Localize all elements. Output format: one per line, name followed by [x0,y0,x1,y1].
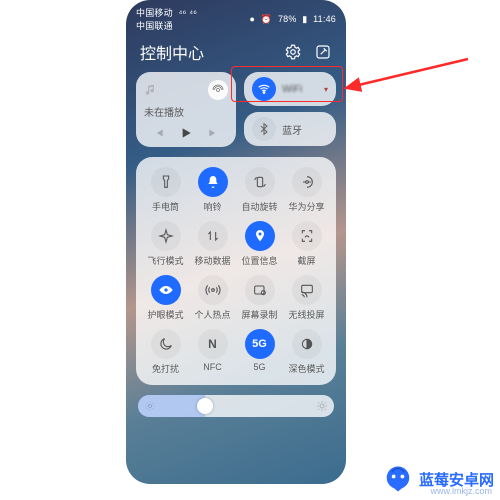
clock: 11:46 [313,14,336,24]
darkmode-icon [299,336,315,352]
toggle-screenshot[interactable]: 截屏 [283,221,330,267]
toggle-location[interactable]: 位置信息 [236,221,283,267]
edit-icon[interactable] [314,43,332,61]
moon-icon [158,336,174,352]
airplane-icon [158,228,174,244]
settings-icon[interactable] [284,43,302,61]
battery-icon: ▮ [302,14,307,24]
toggle-autorotate[interactable]: 自动旋转 [236,167,283,213]
carrier-1: 中国移动 [136,8,173,18]
record-icon: ● [250,14,256,24]
status-right: ● ⏰ 78% ▮ 11:46 [247,14,337,25]
battery-pct: 78% [278,14,297,24]
bluetooth-icon [252,117,276,141]
toggle-flashlight[interactable]: 手电筒 [142,167,189,213]
brightness-slider[interactable] [138,395,334,417]
share-icon [299,174,315,190]
brightness-high-icon [316,400,328,412]
flashlight-icon [158,174,174,190]
phone-screen: 中国移动 ⁴⁶ ⁴⁶ 中国联通 ● ⏰ 78% ▮ 11:46 控制中心 [126,0,346,484]
eye-icon [158,282,174,298]
chevron-down-icon[interactable]: ▾ [324,85,328,94]
play-icon[interactable] [178,125,194,141]
control-center-header: 控制中心 [126,34,346,72]
brightness-knob[interactable] [197,398,213,414]
nfc-icon: N [208,337,217,351]
screenshot-icon [299,228,315,244]
media-output-icon[interactable] [208,80,228,100]
hotspot-icon [205,282,221,298]
toggle-nfc[interactable]: NNFC [189,329,236,375]
toggle-screenrec[interactable]: 屏幕录制 [236,275,283,321]
toggle-airplane[interactable]: 飞行模式 [142,221,189,267]
next-track-icon[interactable] [206,125,222,141]
bell-icon [205,174,221,190]
watermark-logo-icon [383,464,413,494]
location-icon [252,228,268,244]
toggle-darkmode[interactable]: 深色模式 [283,329,330,375]
bluetooth-label: 蓝牙 [282,122,302,137]
status-bar: 中国移动 ⁴⁶ ⁴⁶ 中国联通 ● ⏰ 78% ▮ 11:46 [126,0,346,34]
media-title: 未在播放 [144,104,228,119]
wifi-label: WiFi [282,84,302,95]
quick-settings-grid: 手电筒 响铃 自动旋转 华为分享 飞行模式 移动数据 位置信息 截屏 护眼模式 … [136,157,336,385]
brightness-fill [138,395,205,417]
wifi-icon [252,77,276,101]
toggle-ring[interactable]: 响铃 [189,167,236,213]
cast-icon [299,282,315,298]
carrier-2: 中国联通 [136,21,173,31]
mobiledata-icon [205,228,221,244]
watermark: 蓝莓安卓网 www.lmkjz.com [383,464,494,494]
toggle-wirelesscast[interactable]: 无线投屏 [283,275,330,321]
media-card[interactable]: 未在播放 [136,72,236,147]
toggle-mobiledata[interactable]: 移动数据 [189,221,236,267]
status-left: 中国移动 ⁴⁶ ⁴⁶ 中国联通 [136,6,200,32]
signal-icon: ⁴⁶ ⁴⁶ [179,8,198,18]
watermark-url: www.lmkjz.com [430,486,492,496]
wifi-toggle[interactable]: WiFi ▾ [244,72,336,106]
toggle-eyecomfort[interactable]: 护眼模式 [142,275,189,321]
toggle-hotspot[interactable]: 个人热点 [189,275,236,321]
5g-icon: 5G [252,338,267,350]
screenrec-icon [252,282,268,298]
bluetooth-toggle[interactable]: 蓝牙 [244,112,336,146]
autorotate-icon [252,174,268,190]
annotation-arrow [328,54,478,164]
toggle-5g[interactable]: 5G5G [236,329,283,375]
prev-track-icon[interactable] [150,125,166,141]
toggle-dnd[interactable]: 免打扰 [142,329,189,375]
music-note-icon [144,83,158,97]
page-title: 控制中心 [140,40,204,64]
toggle-huaweishare[interactable]: 华为分享 [283,167,330,213]
alarm-icon: ⏰ [261,14,272,24]
